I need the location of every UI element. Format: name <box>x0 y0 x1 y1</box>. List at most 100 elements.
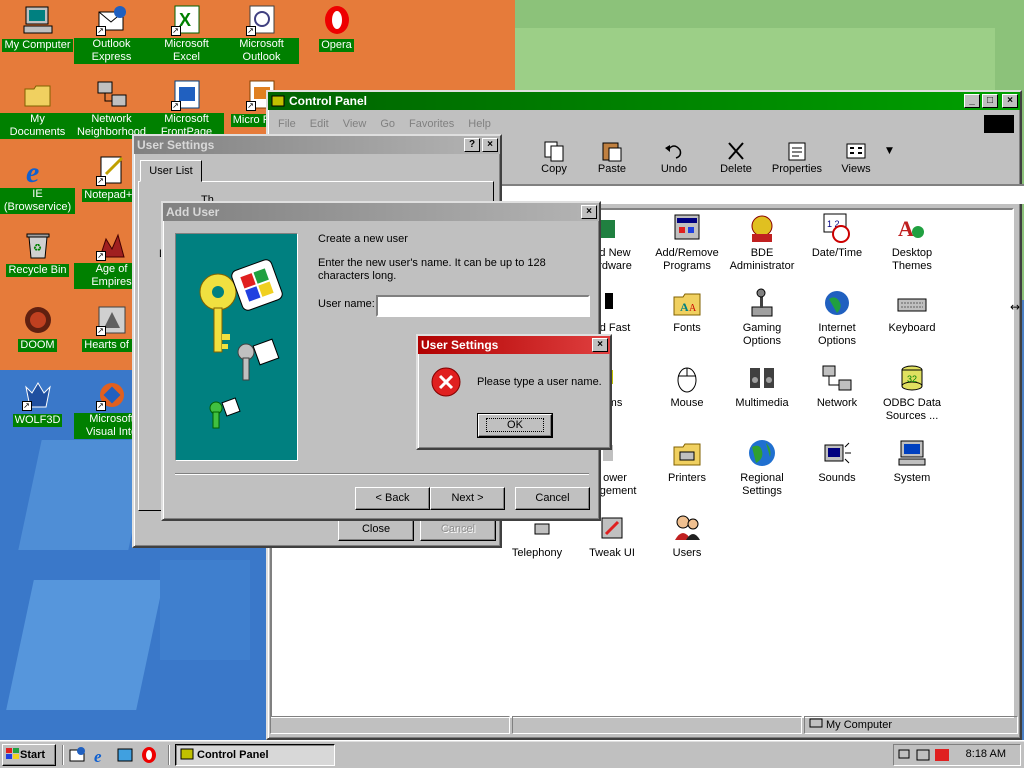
user-settings-titlebar[interactable]: User Settings ? × <box>134 136 500 154</box>
close-button[interactable]: Close <box>338 518 414 541</box>
svg-text:A: A <box>680 300 689 314</box>
add-hardware-icon <box>599 212 631 244</box>
windows-logo-icon <box>6 748 19 759</box>
item-date-time[interactable]: 1 2 Date/Time <box>798 212 876 260</box>
item-regional-settings[interactable]: Regional Settings <box>723 437 801 498</box>
outlook-express-icon[interactable] <box>68 746 86 764</box>
wizard-image <box>175 233 298 461</box>
menu-help[interactable]: Help <box>468 114 491 134</box>
desktop-icon-my-documents[interactable]: My Documents <box>0 79 75 139</box>
age-of-empires-icon: ↗ <box>95 229 128 261</box>
cancel-button[interactable]: Cancel <box>515 487 590 510</box>
item-keyboard[interactable]: Keyboard <box>873 287 951 335</box>
paste-button[interactable]: Paste <box>584 138 640 175</box>
close-button[interactable]: × <box>581 205 597 219</box>
frontpage-icon: ↗ <box>170 79 203 111</box>
item-network[interactable]: Network <box>798 362 876 410</box>
start-button[interactable]: Start <box>2 744 56 766</box>
desktop-icon-outlook-express[interactable]: ↗ Outlook Express <box>74 4 149 64</box>
item-fonts[interactable]: A A Fonts <box>648 287 726 335</box>
item-sounds[interactable]: Sounds <box>798 437 876 485</box>
ok-button[interactable]: OK <box>477 413 553 438</box>
delete-button[interactable]: Delete <box>708 138 764 175</box>
system-icon <box>896 437 928 469</box>
taskbar-control-panel[interactable]: Control Panel <box>175 744 335 766</box>
desktop-themes-icon: A <box>896 212 928 244</box>
item-add-remove-programs[interactable]: Add/Remove Programs <box>648 212 726 273</box>
opera-icon <box>321 4 353 36</box>
views-button[interactable]: Views <box>828 138 884 175</box>
item-desktop-themes[interactable]: A Desktop Themes <box>873 212 951 273</box>
control-panel-menubar: File Edit View Go Favorites Help <box>270 114 1018 134</box>
sounds-icon <box>821 437 853 469</box>
quick-launch: e <box>68 746 158 764</box>
alert-tray-icon[interactable] <box>934 748 950 762</box>
internet-explorer-icon[interactable]: e <box>92 746 110 764</box>
desktop-icon-outlook[interactable]: ↗ Microsoft Outlook <box>224 4 299 64</box>
item-mouse[interactable]: Mouse <box>648 362 726 410</box>
network-tray-icon[interactable] <box>898 748 914 762</box>
control-panel-statusbar: My Computer <box>270 716 1018 736</box>
desktop-icon-wolf3d[interactable]: ↗ WOLF3D <box>0 379 75 427</box>
desktop-icon-network-neighborhood[interactable]: Network Neighborhood <box>74 79 149 139</box>
maximize-button[interactable]: □ <box>982 94 998 108</box>
menu-favorites[interactable]: Favorites <box>409 114 454 134</box>
copy-button[interactable]: Copy <box>526 138 582 175</box>
back-button[interactable]: < Back <box>355 487 430 510</box>
find-fast-icon <box>599 287 631 319</box>
desktop-icon-excel[interactable]: X ↗ Microsoft Excel <box>149 4 224 64</box>
opera-icon[interactable] <box>140 746 158 764</box>
undo-icon <box>662 140 686 162</box>
odbc-icon: 32 <box>896 362 928 394</box>
clock[interactable]: 8:18 AM <box>966 748 1006 760</box>
menu-edit[interactable]: Edit <box>310 114 329 134</box>
properties-button[interactable]: Properties <box>766 138 828 175</box>
add-user-titlebar[interactable]: Add User × <box>163 203 599 221</box>
menu-view[interactable]: View <box>343 114 367 134</box>
desktop-icon-my-computer[interactable]: My Computer <box>0 4 75 52</box>
control-panel-titlebar[interactable]: Control Panel _ □ × <box>268 92 1020 110</box>
show-desktop-icon[interactable] <box>116 746 134 764</box>
minimize-button[interactable]: _ <box>964 94 980 108</box>
item-printers[interactable]: Printers <box>648 437 726 485</box>
desktop-icon-recycle-bin[interactable]: ♻ Recycle Bin <box>0 229 75 277</box>
properties-icon <box>785 140 809 162</box>
bde-administrator-icon <box>746 212 778 244</box>
desktop-icon-opera[interactable]: Opera <box>299 4 374 52</box>
help-button[interactable]: ? <box>464 138 480 152</box>
desktop-icon-doom[interactable]: DOOM <box>0 304 75 352</box>
undo-button[interactable]: Undo <box>646 138 702 175</box>
visual-interdev-icon: ↗ <box>95 379 128 411</box>
item-multimedia[interactable]: Multimedia <box>723 362 801 410</box>
error-dialog: User Settings × Please type a user name.… <box>416 334 612 450</box>
recycle-bin-icon: ♻ <box>22 229 54 261</box>
globe-icon <box>821 287 853 319</box>
item-internet-options[interactable]: Internet Options <box>798 287 876 348</box>
item-system[interactable]: System <box>873 437 951 485</box>
next-button[interactable]: Next > <box>430 487 505 510</box>
volume-tray-icon[interactable] <box>916 748 932 762</box>
close-button[interactable]: × <box>592 338 608 352</box>
keys-icon <box>199 259 283 429</box>
desktop-icon-ie[interactable]: e IE (Browservice) <box>0 154 75 214</box>
tab-user-list[interactable]: User List <box>140 160 202 182</box>
error-message: Please type a user name. <box>477 376 602 388</box>
item-bde-administrator[interactable]: BDE Administrator <box>723 212 801 273</box>
error-dialog-titlebar[interactable]: User Settings × <box>418 336 610 354</box>
user-name-input[interactable] <box>376 295 590 317</box>
close-button[interactable]: × <box>482 138 498 152</box>
multimedia-icon <box>746 362 778 394</box>
menu-go[interactable]: Go <box>380 114 395 134</box>
item-odbc[interactable]: 32 ODBC Data Sources ... <box>873 362 951 423</box>
close-button[interactable]: × <box>1002 94 1018 108</box>
svg-text:e: e <box>26 156 39 186</box>
menu-file[interactable]: File <box>278 114 296 134</box>
views-dropdown-icon[interactable]: ▼ <box>886 146 893 156</box>
user-settings-title: User Settings <box>137 138 215 152</box>
item-gaming-options[interactable]: Gaming Options <box>723 287 801 348</box>
item-users[interactable]: Users <box>648 512 726 560</box>
network-icon <box>821 362 853 394</box>
desktop-icon-frontpage[interactable]: ↗ Microsoft FrontPage <box>149 79 224 139</box>
user-name-label: User name: <box>318 298 375 310</box>
my-computer-icon <box>809 718 823 728</box>
